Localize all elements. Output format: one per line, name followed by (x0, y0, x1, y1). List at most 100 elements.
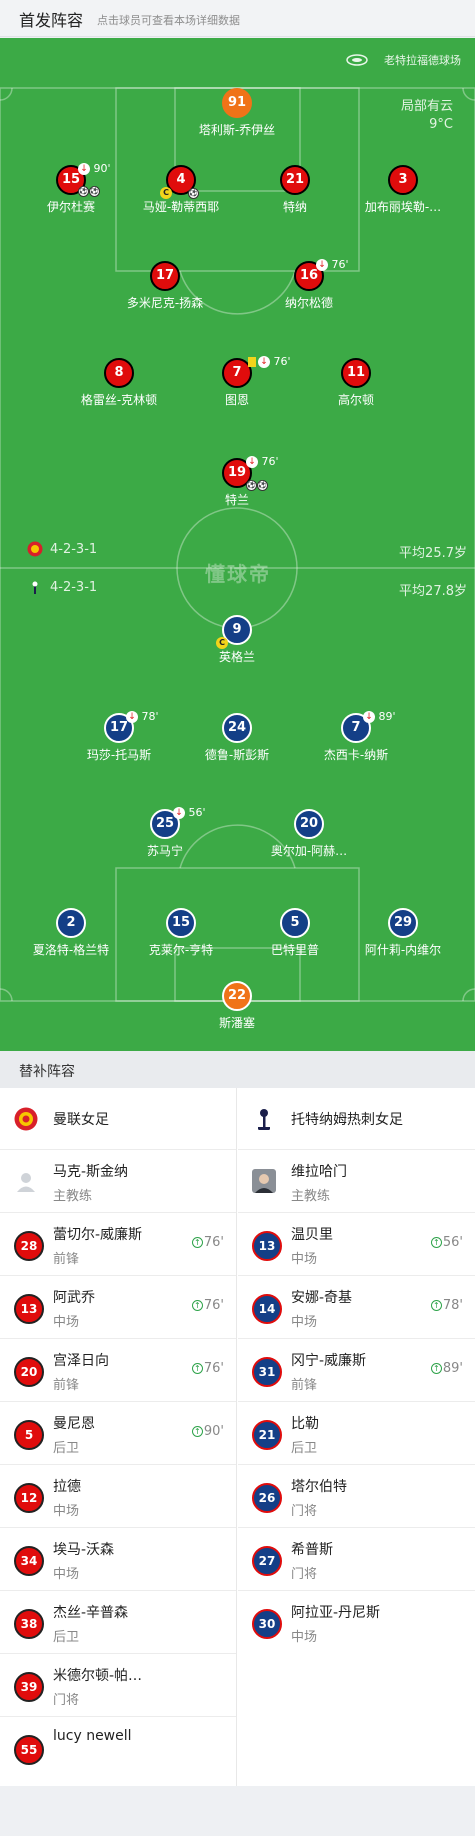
player-number: 21 (280, 165, 310, 195)
home-team-row[interactable]: 曼联女足 (0, 1088, 236, 1150)
sub-number: 14 (252, 1294, 282, 1324)
away-team-row[interactable]: 托特纳姆热刺女足 (238, 1088, 475, 1150)
sub-name: 杰丝-辛普森 (53, 1605, 129, 1621)
away-player[interactable]: 24 德鲁-斯彭斯 (182, 713, 292, 763)
away-player[interactable]: 2 夏洛特-格兰特 (16, 908, 126, 958)
sub-player-row[interactable]: 27 希普斯 门将 (238, 1528, 475, 1591)
away-player[interactable]: 15 克莱尔-亨特 (126, 908, 236, 958)
lineup-header: 首发阵容 点击球员可查看本场详细数据 (0, 0, 475, 37)
sub-position: 前锋 (53, 1252, 80, 1267)
player-event: ↓ 78' (126, 710, 159, 723)
sub-position: 中场 (291, 1252, 318, 1267)
away-player[interactable]: 29 阿什莉-内维尔 (348, 908, 458, 958)
sub-name: 温贝里 (291, 1227, 333, 1243)
sub-player-row[interactable]: 13 阿武乔 中场 ↑ 76' (0, 1276, 236, 1339)
player-name: 杰西卡-纳斯 (323, 748, 389, 762)
player-name: 马娅-勒蒂西耶 (142, 200, 220, 214)
home-player[interactable]: 17 多米尼克-扬森 (110, 261, 220, 311)
sub-in-time: ↑ 56' (430, 1235, 463, 1250)
sub-number: 31 (252, 1357, 282, 1387)
player-number: 17 (150, 261, 180, 291)
sub-name: 比勒 (291, 1416, 319, 1432)
sub-player-row[interactable]: 20 宫泽日向 前锋 ↑ 76' (0, 1339, 236, 1402)
lineup-title: 首发阵容 (19, 11, 84, 30)
player-event: ⚽ ⚽ (246, 478, 268, 491)
away-player[interactable]: 22 斯潘塞 (182, 981, 292, 1031)
sub-player-row[interactable]: 28 蕾切尔-威廉斯 前锋 ↑ 76' (0, 1213, 236, 1276)
sub-in-time: ↑ 76' (191, 1298, 224, 1313)
player-name: 高尔顿 (337, 393, 374, 407)
player-event: ↓ 90' (78, 162, 111, 175)
player-name: 加布丽埃勒-… (364, 200, 442, 214)
sub-player-row[interactable]: 13 温贝里 中场 ↑ 56' (238, 1213, 475, 1276)
away-subs-column: 托特纳姆热刺女足 维拉哈门 主教练 13 温贝里 中场 ↑ 56' 14 安娜-奇… (238, 1088, 475, 1654)
coach-name: 马克-斯金纳 (53, 1164, 129, 1180)
away-player[interactable]: 9 英格兰 (182, 615, 292, 665)
coach-avatar-icon (252, 1169, 276, 1193)
sub-player-row[interactable]: 31 冈宁-威廉斯 前锋 ↑ 89' (238, 1339, 475, 1402)
sub-number: 30 (252, 1609, 282, 1639)
away-coach-row[interactable]: 维拉哈门 主教练 (238, 1150, 475, 1213)
sub-position: 后卫 (291, 1441, 318, 1456)
coach-role: 主教练 (53, 1189, 93, 1204)
home-player[interactable]: 91 塔利斯-乔伊丝 (182, 88, 292, 138)
sub-time: 56' (188, 806, 206, 819)
sub-time: 90' (93, 162, 111, 175)
player-event: C (216, 636, 228, 649)
sub-player-row[interactable]: 55 lucy newell (0, 1717, 236, 1780)
player-name: 克莱尔-亨特 (148, 943, 214, 957)
sub-number: 39 (14, 1672, 44, 1702)
sub-player-row[interactable]: 21 比勒 后卫 (238, 1402, 475, 1465)
sub-player-row[interactable]: 30 阿拉亚-丹尼斯 中场 (238, 1591, 475, 1654)
sub-time: 89' (378, 710, 396, 723)
sub-name: 曼尼恩 (53, 1416, 95, 1432)
sub-number: 34 (14, 1546, 44, 1576)
home-player[interactable]: 3 加布丽埃勒-… (348, 165, 458, 215)
sub-position: 中场 (53, 1567, 80, 1582)
player-event: ↓ 76' (248, 355, 291, 368)
sub-number: 38 (14, 1609, 44, 1639)
home-player[interactable]: 21 特纳 (240, 165, 350, 215)
sub-player-row[interactable]: 14 安娜-奇基 中场 ↑ 78' (238, 1276, 475, 1339)
sub-player-row[interactable]: 5 曼尼恩 后卫 ↑ 90' (0, 1402, 236, 1465)
sub-player-row[interactable]: 38 杰丝-辛普森 后卫 (0, 1591, 236, 1654)
home-player[interactable]: 4 马娅-勒蒂西耶 (126, 165, 236, 215)
stadium-icon (346, 54, 368, 66)
sub-number: 55 (14, 1735, 44, 1765)
weather-temp: 9°C (429, 117, 453, 132)
sub-position: 门将 (291, 1567, 318, 1582)
home-player[interactable]: 11 高尔顿 (301, 358, 411, 408)
player-event: ↓ 89' (363, 710, 396, 723)
coach-name: 维拉哈门 (291, 1164, 347, 1180)
sub-off-icon: ↓ (78, 163, 90, 175)
sub-player-row[interactable]: 39 米德尔顿-帕… 门将 (0, 1654, 236, 1717)
subs-header: 替补阵容 (0, 1051, 475, 1088)
home-player[interactable]: 8 格雷丝-克林顿 (64, 358, 174, 408)
sub-position: 中场 (53, 1315, 80, 1330)
away-player[interactable]: 5 巴特里普 (240, 908, 350, 958)
watermark: 懂球帝 (205, 562, 271, 586)
player-name: 图恩 (224, 393, 249, 407)
sub-off-icon: ↓ (246, 456, 258, 468)
sub-in-time: ↑ 89' (430, 1361, 463, 1376)
player-event: ↓ 76' (316, 258, 349, 271)
sub-off-icon: ↓ (316, 259, 328, 271)
away-player[interactable]: 20 奥尔加-阿赫… (254, 809, 364, 859)
goal-ball-icon: ⚽ (246, 479, 257, 491)
captain-icon: C (216, 637, 228, 649)
sub-number: 13 (14, 1294, 44, 1324)
sub-on-icon: ↑ (191, 1237, 203, 1248)
sub-player-row[interactable]: 34 埃马-沃森 中场 (0, 1528, 236, 1591)
sub-name: 埃马-沃森 (53, 1542, 115, 1558)
sub-position: 前锋 (291, 1378, 318, 1393)
home-coach-row[interactable]: 马克-斯金纳 主教练 (0, 1150, 236, 1213)
player-name: 德鲁-斯彭斯 (204, 748, 270, 762)
player-number: 15 (166, 908, 196, 938)
player-name: 英格兰 (218, 650, 255, 664)
sub-player-row[interactable]: 12 拉德 中场 (0, 1465, 236, 1528)
sub-number: 21 (252, 1420, 282, 1450)
sub-number: 5 (14, 1420, 44, 1450)
sub-name: 冈宁-威廉斯 (291, 1353, 367, 1369)
home-average-age: 平均25.7岁 (399, 546, 467, 561)
sub-player-row[interactable]: 26 塔尔伯特 门将 (238, 1465, 475, 1528)
